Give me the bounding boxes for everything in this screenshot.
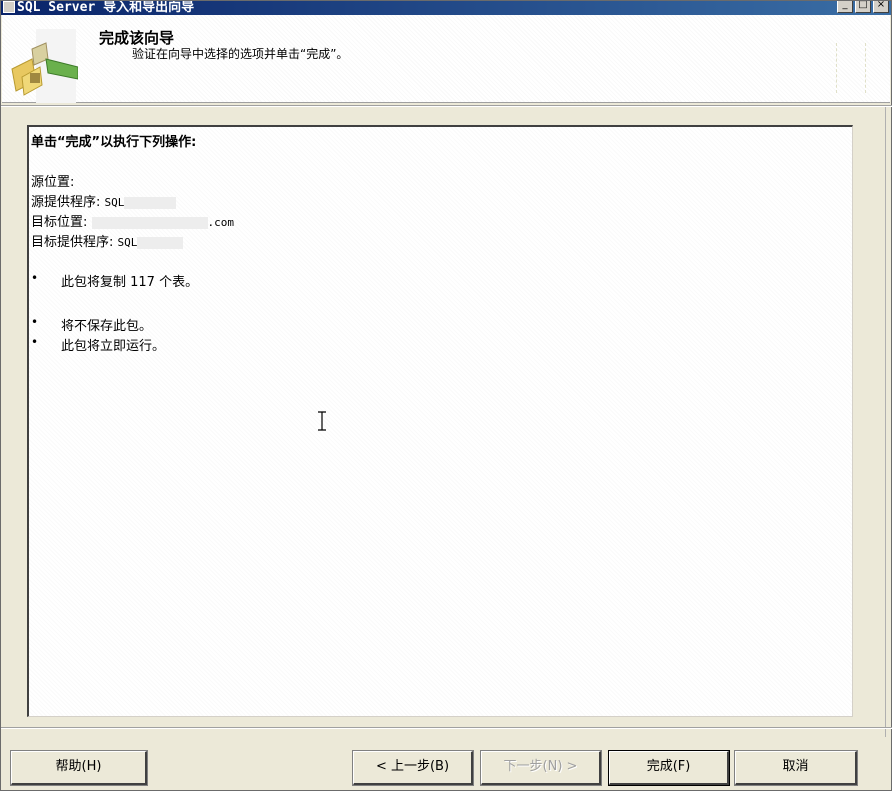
source-provider-row: 源提供程序: SQL <box>31 191 177 210</box>
window-title: SQL Server 导入和导出向导 <box>17 1 195 15</box>
source-location-row: 源位置: <box>31 171 74 190</box>
bullet-marker: • <box>31 315 39 329</box>
dest-location-value: .com <box>207 216 235 229</box>
app-icon <box>3 1 15 13</box>
bullet-item: 将不保存此包。 <box>61 319 153 334</box>
header-subtitle: 验证在向导中选择的选项并单击“完成”。 <box>132 47 349 61</box>
bullet-marker: • <box>31 271 39 285</box>
wizard-graphic-icon <box>11 29 78 103</box>
redacted-block <box>91 216 208 229</box>
summary-heading: 单击“完成”以执行下列操作: <box>31 135 197 150</box>
header-separator <box>1 105 892 107</box>
dest-location-row: 目标位置: .com <box>31 211 234 230</box>
redacted-block <box>124 196 177 209</box>
dest-provider-label: 目标提供程序: <box>31 235 114 250</box>
minimize-icon[interactable]: _ <box>837 1 853 13</box>
help-button[interactable]: 帮助(H) <box>10 750 148 786</box>
redacted-block <box>137 236 184 249</box>
dest-provider-row: 目标提供程序: SQL <box>31 231 184 250</box>
wizard-window: SQL Server 导入和导出向导 _ □ × 完成该向导 验证在向导中选择的… <box>0 0 892 791</box>
source-location-label: 源位置: <box>31 175 75 190</box>
bullet-item: 此包将复制 117 个表。 <box>61 275 199 290</box>
back-button[interactable]: < 上一步(B) <box>352 750 474 786</box>
close-icon[interactable]: × <box>873 1 889 13</box>
maximize-icon[interactable]: □ <box>855 1 871 13</box>
bullet-marker: • <box>31 335 39 349</box>
dest-location-label: 目标位置: <box>31 215 88 230</box>
header-decoration <box>836 43 866 93</box>
source-provider-label: 源提供程序: <box>31 195 101 210</box>
finish-button[interactable]: 完成(F) <box>608 750 730 786</box>
title-bar[interactable]: SQL Server 导入和导出向导 _ □ × <box>1 1 891 15</box>
cancel-button[interactable]: 取消 <box>734 750 858 786</box>
source-provider-value: SQL <box>104 196 125 209</box>
text-cursor-icon <box>318 411 326 431</box>
bullet-item: 此包将立即运行。 <box>61 339 166 354</box>
dest-provider-value: SQL <box>117 236 138 249</box>
summary-panel[interactable]: 单击“完成”以执行下列操作: 源位置: 源提供程序: SQL 目标位置: .co… <box>27 125 853 717</box>
wizard-header: 完成该向导 验证在向导中选择的选项并单击“完成”。 <box>2 15 890 103</box>
next-button[interactable]: 下一步(N) > <box>480 750 602 786</box>
footer-separator <box>1 727 892 729</box>
window-edge <box>885 107 891 737</box>
